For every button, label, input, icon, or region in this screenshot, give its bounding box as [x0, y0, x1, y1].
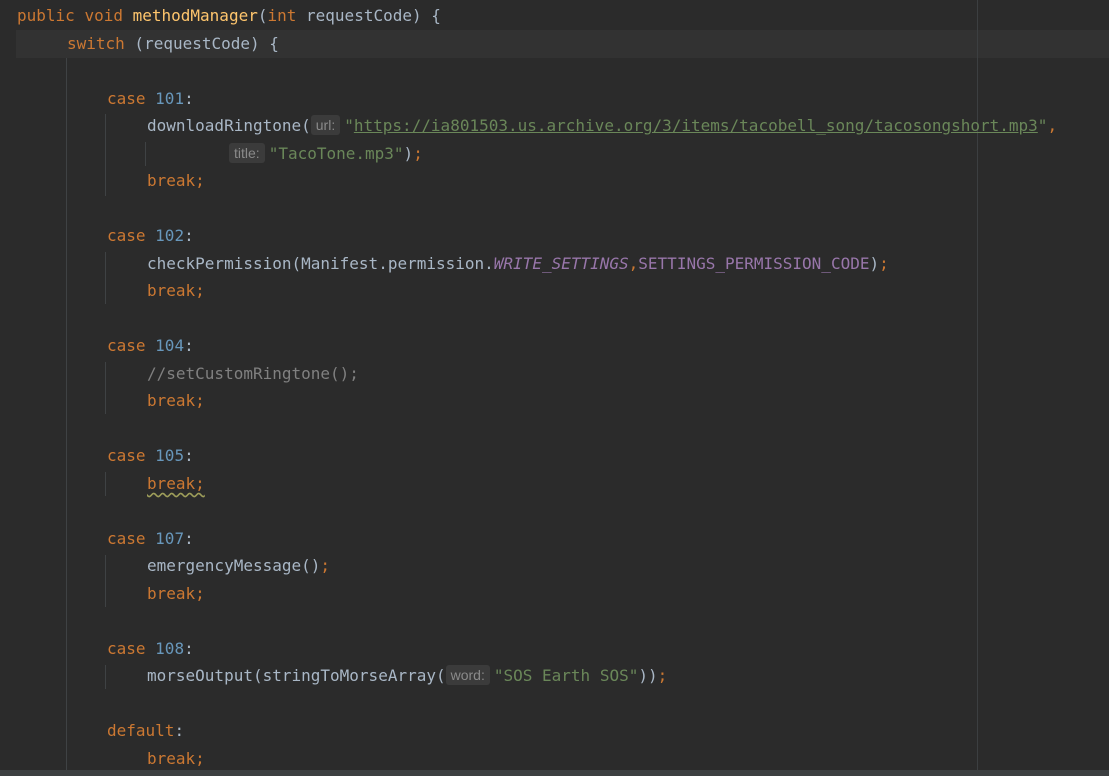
code-line-break[interactable]: break; [147, 167, 205, 195]
colon: : [184, 226, 194, 245]
number-literal: 102 [155, 226, 185, 245]
parameter-hint: url: [310, 115, 341, 135]
string-literal: "TacoTone.mp3" [268, 144, 404, 163]
string-literal: "SOS Earth SOS" [493, 666, 639, 685]
number-literal: 108 [155, 639, 185, 658]
number-literal: 107 [155, 529, 185, 548]
code-line-case[interactable]: case 101: [107, 85, 194, 113]
colon: : [184, 89, 194, 108]
code-text: (requestCode) { [124, 34, 279, 53]
code-line-break-warning[interactable]: break; [147, 470, 205, 498]
code-editor[interactable]: public void methodManager(int requestCod… [0, 0, 1109, 776]
code-line-case[interactable]: case 104: [107, 332, 194, 360]
colon: : [184, 336, 194, 355]
code-text: requestCode) { [296, 6, 441, 25]
keyword: public [17, 6, 75, 25]
method-call: checkPermission(Manifest.permission. [147, 254, 494, 273]
indent-guide [145, 142, 146, 166]
horizontal-scrollbar[interactable] [0, 770, 1109, 776]
colon: : [174, 721, 185, 740]
code-line-break[interactable]: break; [147, 277, 205, 305]
paren: )) [638, 666, 658, 685]
code-line-comment[interactable]: //setCustomRingtone(); [147, 360, 359, 388]
number-literal: 105 [155, 446, 185, 465]
keyword: case [107, 336, 146, 355]
colon: : [184, 529, 194, 548]
indent-guide [105, 114, 106, 196]
indent-guide [66, 58, 67, 776]
warning-squiggle[interactable]: break; [147, 474, 205, 493]
indent-guide [105, 252, 106, 304]
keyword: int [267, 6, 297, 25]
url-link[interactable]: https://ia801503.us.archive.org/3/items/… [354, 116, 1038, 135]
indent-guide [105, 472, 106, 496]
keyword: switch [67, 34, 125, 53]
code-line-break[interactable]: break; [147, 580, 205, 608]
method-call: emergencyMessage() [147, 556, 321, 575]
method-name: methodManager [132, 6, 258, 25]
colon: : [184, 446, 194, 465]
code-line-case[interactable]: case 108: [107, 635, 194, 663]
code-line-case[interactable]: case 107: [107, 525, 194, 553]
constant: SETTINGS_PERMISSION_CODE [638, 254, 870, 273]
code-line-emergency[interactable]: emergencyMessage(); [147, 552, 330, 580]
semicolon: ; [413, 144, 423, 163]
code-line-morse[interactable]: morseOutput(stringToMorseArray(word: "SOS… [147, 662, 667, 690]
code-line-download-title[interactable]: title: "TacoTone.mp3"); [229, 140, 423, 168]
indent-guide [105, 362, 106, 414]
paren: ) [403, 144, 414, 163]
keyword: case [107, 639, 146, 658]
code-line-switch[interactable]: switch (requestCode) { [67, 30, 279, 58]
colon: : [184, 639, 194, 658]
string-quote: " [344, 116, 354, 135]
code-line-download[interactable]: downloadRingtone(url: "https://ia801503.u… [147, 112, 1057, 140]
keyword: case [107, 529, 146, 548]
code-line-case[interactable]: case 105: [107, 442, 194, 470]
code-line-case[interactable]: case 102: [107, 222, 194, 250]
code-line-check-permission[interactable]: checkPermission(Manifest.permission.WRIT… [147, 250, 889, 278]
code-line-method-signature[interactable]: public void methodManager(int requestCod… [17, 2, 441, 30]
code-line-break[interactable]: break; [147, 745, 205, 773]
constant: WRITE_SETTINGS [493, 254, 629, 273]
code-line-default[interactable]: default: [107, 717, 184, 745]
keyword: case [107, 446, 146, 465]
comma: , [628, 254, 639, 273]
keyword: void [84, 6, 123, 25]
number-literal: 104 [155, 336, 185, 355]
indent-guide [105, 665, 106, 689]
number-literal: 101 [155, 89, 185, 108]
keyword: case [107, 226, 146, 245]
indent-guide [105, 555, 106, 607]
keyword: case [107, 89, 146, 108]
string-quote: " [1037, 116, 1048, 135]
semicolon: ; [657, 666, 668, 685]
keyword: default [107, 721, 175, 740]
parameter-hint: word: [445, 665, 490, 685]
semicolon: ; [320, 556, 331, 575]
comma: , [1047, 116, 1058, 135]
method-call: downloadRingtone( [147, 116, 311, 135]
parameter-hint: title: [229, 143, 265, 163]
semicolon: ; [879, 254, 889, 273]
code-line-break[interactable]: break; [147, 387, 205, 415]
paren: ) [869, 254, 880, 273]
method-call: morseOutput(stringToMorseArray( [147, 666, 446, 685]
